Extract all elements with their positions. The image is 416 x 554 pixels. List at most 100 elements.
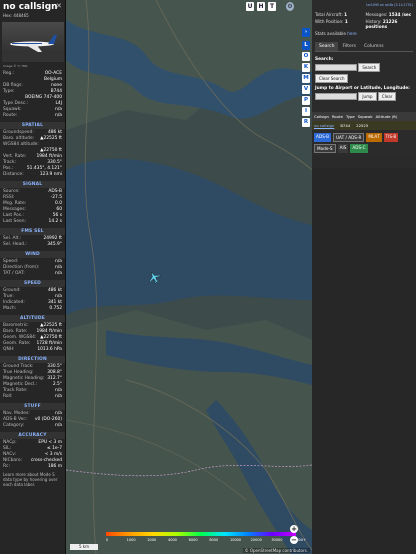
map-toggle-k[interactable]: K: [302, 63, 310, 72]
altitude-row: QNH: 1013.6 hPa: [0, 347, 65, 353]
map-canvas[interactable]: [66, 0, 312, 554]
direction-row: Roll: n/a: [0, 394, 65, 400]
search-input[interactable]: [315, 64, 357, 71]
map-scale: 5 km: [70, 544, 98, 550]
zoom-in-button[interactable]: +: [290, 525, 298, 533]
stuff-row: Category: n/a: [0, 423, 65, 429]
wind-label: TAT / OAT:: [3, 271, 25, 276]
stats-grid: Total Aircraft: 1 Messages: 1534 /sec Wi…: [315, 12, 413, 36]
accuracy-value: 186 m: [47, 464, 62, 469]
direction-label: Roll:: [3, 394, 13, 399]
section-direction: DIRECTION: [0, 356, 65, 363]
col-squawk[interactable]: Squawk: [358, 114, 373, 119]
map-view[interactable]: U H T ⚙ 5 km 0 1000 2000 4000 6000 8000 10000 2…: [66, 0, 312, 554]
filter-mlat[interactable]: MLAT: [366, 133, 382, 142]
altitude-rows: Barometric: ▲22525 ft Baro. Rate: 1984 ft/m…: [0, 323, 65, 353]
version-link[interactable]: tar1090 on rpi4b (3.14.1751): [315, 3, 413, 7]
section-wind: WIND: [0, 251, 65, 258]
aircraft-photo[interactable]: [2, 22, 64, 62]
signal-value: 14.2 s: [48, 219, 62, 224]
table-row[interactable]: no callsign B744 22525: [312, 121, 416, 130]
fms-value: 345.9°: [47, 242, 62, 247]
map-attribution[interactable]: © OpenStreetMap contributors.: [242, 548, 310, 553]
stats-link[interactable]: here: [347, 31, 356, 36]
search-form: Search: Search Clear Search Jump to Airp…: [315, 57, 413, 101]
speed-row: Mach: 0.752: [0, 306, 65, 312]
colorbar-label: 20000: [250, 538, 262, 542]
tab-search[interactable]: Search: [315, 42, 339, 51]
map-toggle-v[interactable]: V: [302, 85, 310, 94]
tab-filters[interactable]: Filters: [338, 42, 360, 51]
filter-ais[interactable]: AIS: [337, 144, 349, 153]
altitude-colorbar: [106, 532, 296, 536]
search-button[interactable]: Search: [358, 63, 381, 72]
row-callsign[interactable]: no callsign: [314, 123, 334, 128]
aircraft-header: no callsign Hex: 448465 ✕: [0, 0, 65, 20]
table-header: Callsign Route Type Squawk Altitude (ft): [312, 112, 416, 121]
altitude-label: QNH:: [3, 347, 15, 352]
section-fms: FMS SEL: [0, 228, 65, 235]
empty-list-area: [312, 168, 416, 554]
colorbar-label: 8000: [209, 538, 219, 542]
source-filter-chips: ADS-B UAT / ADS-R MLAT TIS-B Mode-S AIS …: [312, 130, 416, 156]
messages-label: Messages:: [365, 12, 388, 17]
app-root: no callsign Hex: 448465 ✕ Image © Y/ YMK…: [0, 0, 416, 554]
stuff-value: n/a: [55, 423, 62, 428]
hex-code: Hex: 448465: [3, 13, 29, 18]
history-label: History:: [365, 18, 382, 24]
speed-label: Mach:: [3, 306, 17, 311]
tab-columns[interactable]: Columns: [360, 42, 388, 51]
signal-row: Last Seen: 14.2 s: [0, 219, 65, 225]
map-toggle-p[interactable]: P: [302, 96, 310, 105]
messages-value: 1534 /sec: [388, 12, 412, 17]
panel-toggle-chevron-icon[interactable]: ›: [302, 28, 310, 37]
signal-rows: Source: ADS-B RSSI: -27.5 Msg. Rate: 0.0 Messa…: [0, 189, 65, 225]
airplane-photo-icon: [2, 35, 64, 62]
with-position-value: 1: [344, 18, 348, 24]
fms-label: Sel. Head.:: [3, 242, 27, 247]
filter-adsb[interactable]: ADS-B: [314, 133, 331, 142]
spatial-rows: Groundspeed: 486 kt Baro. altitude: ▲22525 …: [0, 130, 65, 178]
map-button-u[interactable]: U: [246, 2, 254, 11]
jump-input[interactable]: [315, 93, 357, 100]
spatial-row: Distance: 123.9 nmi: [0, 172, 65, 178]
registration-section: Reg.: OO-ACE Belgium DB flags: none Type: B…: [0, 71, 65, 119]
close-icon[interactable]: ✕: [56, 2, 62, 10]
col-callsign[interactable]: Callsign: [314, 114, 329, 119]
stats-available-label: Stats available: [315, 30, 346, 36]
clear-jump-button[interactable]: Clear: [377, 92, 397, 101]
settings-gear-icon[interactable]: ⚙: [286, 2, 294, 11]
signal-label: Last Seen:: [3, 219, 26, 224]
col-altitude[interactable]: Altitude (ft): [376, 114, 398, 119]
aircraft-info-panel: no callsign Hex: 448465 ✕ Image © Y/ YMK…: [0, 0, 66, 554]
spatial-value: 123.9 nmi: [39, 172, 62, 177]
map-toggle-l[interactable]: L: [302, 41, 310, 50]
filter-modes[interactable]: Mode-S: [314, 144, 336, 153]
jump-button[interactable]: Jump: [358, 92, 377, 101]
map-toggle-o[interactable]: O: [302, 52, 310, 61]
clear-search-button[interactable]: Clear Search: [315, 74, 349, 83]
map-toggle-i[interactable]: I: [302, 107, 310, 116]
spatial-value: ▲22525 ft: [40, 136, 62, 141]
colorbar-label: 1000: [126, 538, 136, 542]
col-type[interactable]: Type: [346, 114, 355, 119]
stuff-rows: Nav. Modes: n/a ADS-B Ver.: v0 (DO-260) Cate…: [0, 411, 65, 429]
map-button-h[interactable]: H: [257, 2, 265, 11]
colorbar-label: 30000: [271, 538, 283, 542]
map-toggle-m[interactable]: M: [302, 74, 310, 83]
filter-uat[interactable]: UAT / ADS-R: [332, 133, 365, 142]
col-route[interactable]: Route: [332, 114, 343, 119]
row-altitude: 22525: [356, 123, 369, 128]
zoom-out-button[interactable]: −: [290, 536, 298, 544]
total-aircraft-label: Total Aircraft:: [315, 12, 343, 17]
fms-rows: Sel. Alt.: 24992 ft Sel. Head.: 345.9°: [0, 236, 65, 248]
with-position-label: With Position:: [315, 18, 344, 24]
filter-tisb[interactable]: TIS-B: [383, 133, 399, 142]
map-button-t[interactable]: T: [268, 2, 276, 11]
callsign: no callsign: [3, 2, 58, 12]
section-altitude: ALTITUDE: [0, 315, 65, 322]
direction-rows: Ground Track: 330.5° True Heading: 308.8° Ma…: [0, 364, 65, 400]
accuracy-rows: NACp: EPU < 3 m SIL: ≤ 1e-7 NACv: < 3 m/s NICb…: [0, 440, 65, 470]
map-toggle-r[interactable]: R: [302, 118, 310, 127]
filter-adsc[interactable]: ADS-C: [350, 144, 368, 153]
